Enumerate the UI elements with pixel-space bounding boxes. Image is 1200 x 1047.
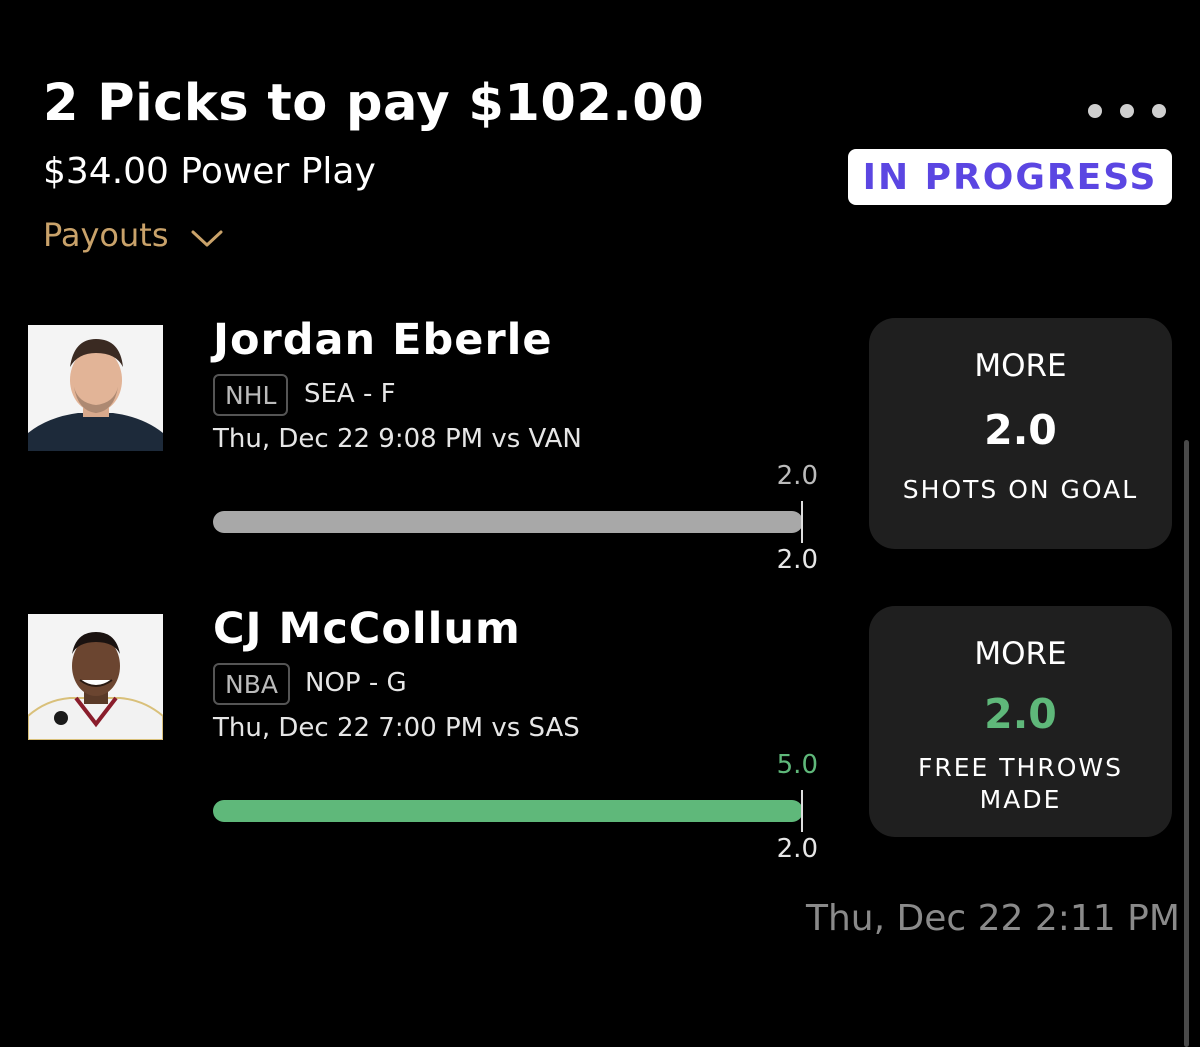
current-stat-value: 2.0 [776, 461, 818, 491]
entry-title: 2 Picks to pay $102.00 [43, 74, 705, 133]
line-marker [801, 790, 803, 832]
team-position: SEA - F [304, 379, 396, 409]
game-time: Thu, Dec 22 7:00 PM vs SAS [213, 713, 580, 743]
game-time: Thu, Dec 22 9:08 PM vs VAN [213, 424, 582, 454]
scrollbar[interactable] [1184, 440, 1189, 1047]
payouts-label: Payouts [43, 216, 169, 254]
progress-bar [213, 800, 803, 822]
entry-subtitle: $34.00 Power Play [43, 151, 376, 192]
entry-timestamp: Thu, Dec 22 2:11 PM [806, 898, 1180, 939]
direction-label: MORE [974, 636, 1067, 672]
player-avatar [28, 614, 163, 740]
player-avatar [28, 325, 163, 451]
stat-type: SHOTS ON GOAL [902, 475, 1139, 504]
projection-card[interactable]: MORE 2.0 FREE THROWS MADE [869, 606, 1172, 837]
progress-bar [213, 511, 803, 533]
direction-label: MORE [974, 348, 1067, 384]
status-badge: IN PROGRESS [848, 149, 1172, 205]
stat-type: FREE THROWS MADE [918, 753, 1123, 814]
player-name: CJ McCollum [213, 604, 521, 654]
projection-card[interactable]: MORE 2.0 SHOTS ON GOAL [869, 318, 1172, 549]
current-stat-value: 5.0 [776, 750, 818, 780]
league-badge: NBA [213, 663, 290, 705]
payouts-toggle[interactable]: Payouts [43, 216, 224, 254]
player-name: Jordan Eberle [213, 315, 553, 365]
projection-line: 2.0 [984, 690, 1057, 738]
team-position: NOP - G [305, 668, 407, 698]
league-badge: NHL [213, 374, 289, 416]
line-value-label: 2.0 [776, 545, 818, 575]
more-options-icon[interactable] [1088, 104, 1166, 118]
line-value-label: 2.0 [776, 834, 818, 864]
line-marker [801, 501, 803, 543]
chevron-down-icon [191, 230, 223, 247]
projection-line: 2.0 [984, 406, 1057, 454]
